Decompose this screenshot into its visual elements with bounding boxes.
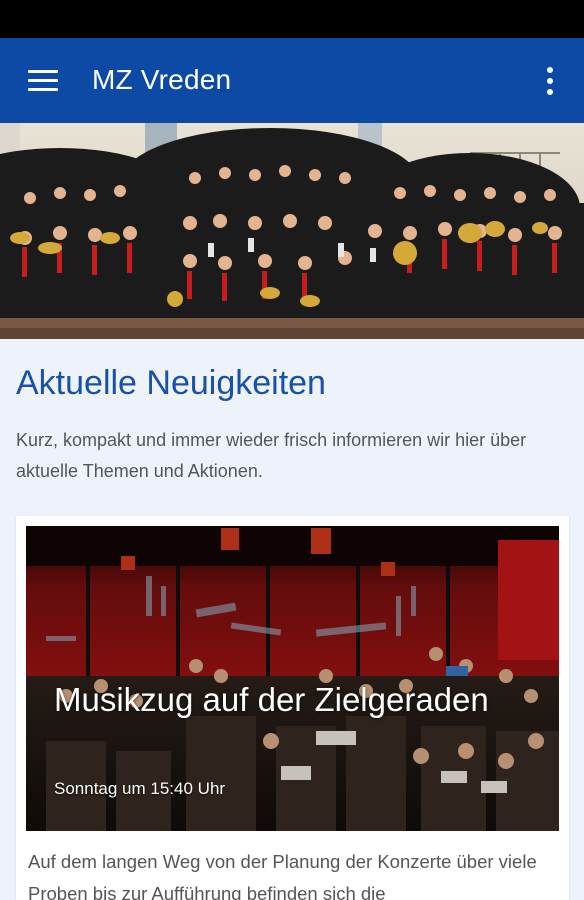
more-options-icon[interactable] — [536, 64, 564, 98]
section-title: Aktuelle Neuigkeiten — [16, 364, 326, 402]
hamburger-menu-icon[interactable] — [20, 66, 64, 96]
news-card[interactable]: Musikzug auf der Zielgeraden Sonntag um … — [16, 516, 569, 900]
news-card-excerpt: Auf dem langen Weg von der Planung der K… — [28, 851, 537, 900]
news-card-date: Sonntag um 15:40 Uhr — [54, 779, 226, 798]
hero-image — [0, 123, 584, 339]
news-card-title[interactable]: Musikzug auf der Zielgeraden — [54, 676, 494, 724]
app-title: MZ Vreden — [92, 64, 232, 95]
app-bar: MZ Vreden — [0, 38, 584, 123]
section-intro: Kurz, kompakt und immer wieder frisch in… — [16, 430, 527, 481]
status-bar — [0, 0, 584, 38]
